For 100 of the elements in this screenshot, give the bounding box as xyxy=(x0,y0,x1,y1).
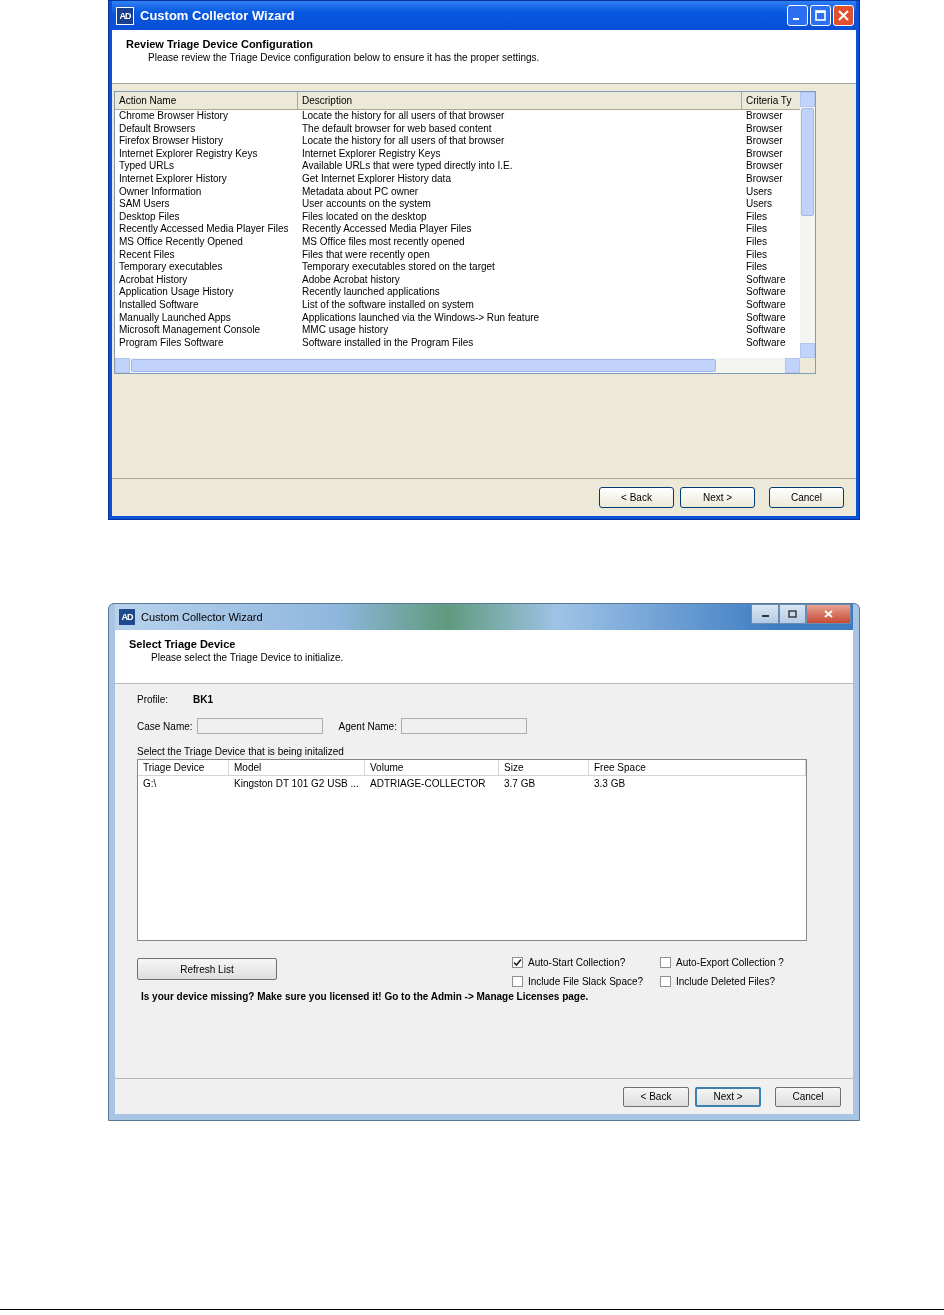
checkbox[interactable] xyxy=(660,957,671,968)
text-field[interactable] xyxy=(400,718,527,734)
checkbox-label: Auto-Start Collection? xyxy=(528,957,626,968)
vertical-scrollbar[interactable] xyxy=(800,92,815,358)
table-cell: Files that were recently open xyxy=(302,248,430,260)
table-cell: Chrome Browser History xyxy=(119,110,228,121)
table-cell: Browser xyxy=(746,160,783,172)
table-cell: User accounts on the system xyxy=(302,198,431,210)
close-button[interactable] xyxy=(806,604,851,624)
table-cell: Internet Explorer History xyxy=(119,172,227,184)
maximize-icon xyxy=(788,610,797,618)
app-logo: AD xyxy=(119,609,135,625)
table-cell: Manually Launched Apps xyxy=(119,311,231,323)
table-cell: Files xyxy=(746,261,768,273)
table-cell: Recently launched applications xyxy=(302,286,440,298)
checkbox-label: Include Deleted Files? xyxy=(676,976,775,987)
table-cell: Software xyxy=(746,311,786,323)
list-label: Select the Triage Device that is being initalized xyxy=(137,746,345,757)
table-cell: Temporary executables stored on the target xyxy=(302,261,495,273)
next-button[interactable]: Next > xyxy=(680,487,755,508)
checkbox-label: Include File Slack Space? xyxy=(528,976,644,987)
table-cell: Recently Accessed Media Player Files xyxy=(302,223,472,235)
table-cell: Internet Explorer Registry Keys xyxy=(119,147,258,159)
horizontal-scrollbar[interactable] xyxy=(115,358,800,373)
table-cell: Files xyxy=(746,235,768,247)
check-icon xyxy=(513,958,522,967)
table-cell: MMC usage history xyxy=(302,324,389,336)
table-cell: Kingston DT 101 G2 USB ... xyxy=(234,778,359,789)
next-button[interactable]: Next > xyxy=(695,1086,761,1107)
cancel-button[interactable]: Cancel xyxy=(769,487,844,508)
checkbox[interactable] xyxy=(512,957,523,968)
page-heading: Select Triage Device xyxy=(129,638,237,650)
back-button[interactable]: < Back xyxy=(623,1086,689,1107)
table-cell: Software xyxy=(746,336,786,348)
table-cell: Adobe Acrobat history xyxy=(302,273,400,285)
field-label: Agent Name: xyxy=(338,720,397,732)
checkbox-label: Auto-Export Collection ? xyxy=(676,957,784,968)
minimize-icon xyxy=(793,18,799,20)
back-button[interactable]: < Back xyxy=(599,487,674,508)
table-cell: 3.7 GB xyxy=(504,778,536,789)
table-cell: MS Office Recently Opened xyxy=(119,235,243,247)
table-cell: Files xyxy=(746,210,768,222)
minimize-icon xyxy=(761,615,769,617)
table-cell: Recently Accessed Media Player Files xyxy=(119,223,289,235)
cancel-button[interactable]: Cancel xyxy=(775,1086,841,1107)
table-cell: Temporary executables xyxy=(119,261,223,273)
page-heading: Review Triage Device Configuration xyxy=(126,38,315,50)
checkbox[interactable] xyxy=(512,976,523,987)
table-cell: Software xyxy=(746,273,786,285)
column-header[interactable]: Description xyxy=(298,92,742,109)
table-cell: Acrobat History xyxy=(119,273,188,285)
table-cell: ADTRIAGE-COLLECTOR xyxy=(370,778,486,789)
table-cell: Locate the history for all users of that browser xyxy=(302,135,505,147)
table-cell: MS Office files most recently opened xyxy=(302,235,465,247)
table-cell: Locate the history for all users of that browser xyxy=(302,110,505,121)
window-title: Custom Collector Wizard xyxy=(141,611,264,623)
table-cell: Files xyxy=(746,248,768,260)
table-cell: Browser xyxy=(746,110,783,121)
table-cell: Available URLs that were typed directly into I.E. xyxy=(302,160,513,172)
table-cell: Users xyxy=(746,185,773,197)
table-cell: Internet Explorer Registry Keys xyxy=(302,147,441,159)
table-cell: Program Files Software xyxy=(119,336,224,348)
text-field[interactable] xyxy=(196,718,323,734)
table-cell: Browser xyxy=(746,147,783,159)
minimize-button[interactable] xyxy=(751,604,779,624)
close-icon xyxy=(838,10,849,21)
maximize-icon xyxy=(815,10,826,21)
table-cell: Typed URLs xyxy=(119,160,175,172)
table-cell: Installed Software xyxy=(119,298,199,310)
table-cell: SAM Users xyxy=(119,198,170,210)
table-cell: Get Internet Explorer History data xyxy=(302,172,451,184)
table-cell: Desktop Files xyxy=(119,210,180,222)
field-label: Case Name: xyxy=(137,720,193,732)
table-cell: Files located on the desktop xyxy=(302,210,427,222)
column-header[interactable]: Action Name xyxy=(115,92,298,109)
table-cell: The default browser for web based content xyxy=(302,122,492,134)
table-cell: Applications launched via the Windows-> Run feature xyxy=(302,311,540,323)
checkbox[interactable] xyxy=(660,976,671,987)
table-cell: 3.3 GB xyxy=(594,778,626,789)
table-cell: Firefox Browser History xyxy=(119,135,223,147)
table-cell: G:\ xyxy=(143,778,157,789)
table-cell: Default Browsers xyxy=(119,122,196,134)
table-cell: Files xyxy=(746,223,768,235)
table-cell: Software xyxy=(746,298,786,310)
table-cell: Software installed in the Program Files xyxy=(302,336,474,348)
table-cell: Browser xyxy=(746,122,783,134)
close-icon xyxy=(824,610,833,618)
maximize-button[interactable] xyxy=(779,604,806,624)
profile-label: Profile: xyxy=(137,694,169,707)
table-cell: Users xyxy=(746,198,773,210)
table-cell: List of the software installed on system xyxy=(302,298,474,310)
refresh-button[interactable]: Refresh List xyxy=(137,958,277,980)
page-subheading: Please select the Triage Device to initialize. xyxy=(150,652,345,663)
notice-text: Is your device missing? Make sure you licensed it! Go to the Admin -> Manage Licenses page. xyxy=(141,991,590,1002)
table-cell: Recent Files xyxy=(119,248,175,260)
profile-value: BK1 xyxy=(193,694,213,707)
table-cell: Microsoft Management Console xyxy=(119,324,261,336)
table-cell: Owner Information xyxy=(119,185,202,197)
table-cell: Software xyxy=(746,324,786,336)
table-cell: Browser xyxy=(746,135,783,147)
